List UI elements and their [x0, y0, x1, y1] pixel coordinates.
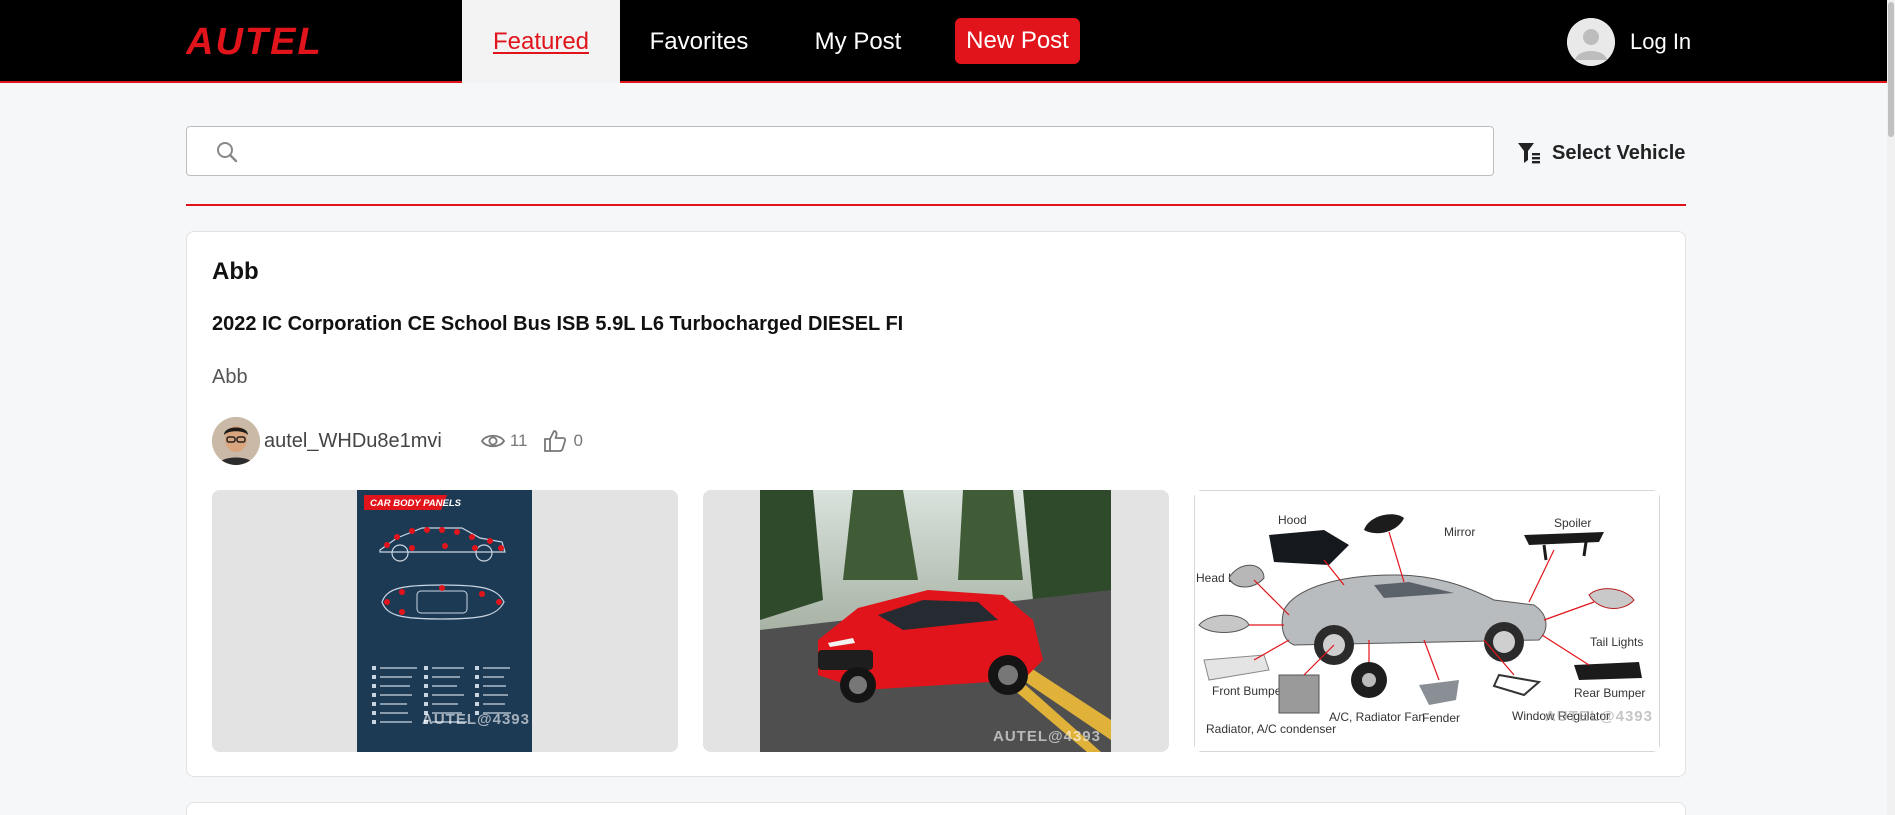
- tab-featured[interactable]: Featured: [462, 0, 620, 83]
- search-input[interactable]: [251, 135, 1471, 167]
- select-vehicle-label: Select Vehicle: [1552, 141, 1686, 164]
- svg-text:A/C, Radiator Fan: A/C, Radiator Fan: [1329, 710, 1425, 724]
- login-link[interactable]: Log In: [1630, 29, 1691, 55]
- svg-text:Rear Bumper: Rear Bumper: [1574, 686, 1645, 700]
- likes-count: 0: [573, 431, 583, 450]
- author-avatar[interactable]: [212, 417, 260, 465]
- likes-stat[interactable]: 0: [542, 428, 583, 454]
- svg-text:AUTEL@4393: AUTEL@4393: [993, 728, 1101, 745]
- svg-text:Mirror: Mirror: [1444, 525, 1475, 539]
- svg-text:Spoiler: Spoiler: [1554, 516, 1591, 530]
- search-bar: [186, 126, 1494, 176]
- user-avatar-icon[interactable]: [1567, 18, 1615, 66]
- new-post-button[interactable]: New Post: [955, 18, 1080, 64]
- post-card[interactable]: Abb 2022 IC Corporation CE School Bus IS…: [186, 231, 1686, 777]
- post-image-1[interactable]: CAR BODY PANELS AUTEL@4393: [212, 490, 678, 752]
- autel-logo[interactable]: AUTEL: [186, 24, 364, 58]
- svg-text:AUTEL@4393: AUTEL@4393: [422, 711, 530, 728]
- post-vehicle: 2022 IC Corporation CE School Bus ISB 5.…: [212, 313, 904, 335]
- tab-my-post[interactable]: My Post: [778, 0, 938, 83]
- svg-text:AUTEL@4393: AUTEL@4393: [1545, 708, 1653, 725]
- divider: [186, 204, 1686, 206]
- post-card[interactable]: [186, 802, 1686, 815]
- post-meta: autel_WHDu8e1mvi 11 0: [212, 417, 583, 465]
- top-navbar: AUTEL Featured Favorites My Post New Pos…: [0, 0, 1895, 83]
- author-name[interactable]: autel_WHDu8e1mvi: [264, 430, 442, 453]
- eye-icon: [480, 434, 505, 448]
- search-icon: [217, 142, 238, 163]
- svg-text:Front Bumper: Front Bumper: [1212, 684, 1285, 698]
- svg-text:Fender: Fender: [1422, 711, 1460, 725]
- tab-favorites[interactable]: Favorites: [620, 0, 778, 83]
- thumbs-up-icon[interactable]: [542, 428, 568, 454]
- svg-text:AUTEL: AUTEL: [186, 24, 323, 58]
- post-image-2[interactable]: AUTEL@4393: [703, 490, 1169, 752]
- page-scrollbar[interactable]: [1887, 0, 1895, 815]
- post-body: Abb: [212, 366, 248, 388]
- select-vehicle-button[interactable]: Select Vehicle: [1516, 140, 1685, 166]
- post-image-3[interactable]: Hood Mirror Spoiler Head Lights Tail Lig…: [1194, 490, 1660, 752]
- filter-icon: [1518, 143, 1540, 164]
- post-title[interactable]: Abb: [212, 258, 259, 286]
- svg-text:Tail Lights: Tail Lights: [1590, 635, 1643, 649]
- svg-text:CAR BODY PANELS: CAR BODY PANELS: [370, 498, 462, 509]
- views-stat: 11: [480, 428, 528, 454]
- svg-text:Hood: Hood: [1278, 513, 1307, 527]
- svg-text:Radiator, A/C condenser: Radiator, A/C condenser: [1206, 722, 1336, 736]
- views-count: 11: [509, 431, 528, 450]
